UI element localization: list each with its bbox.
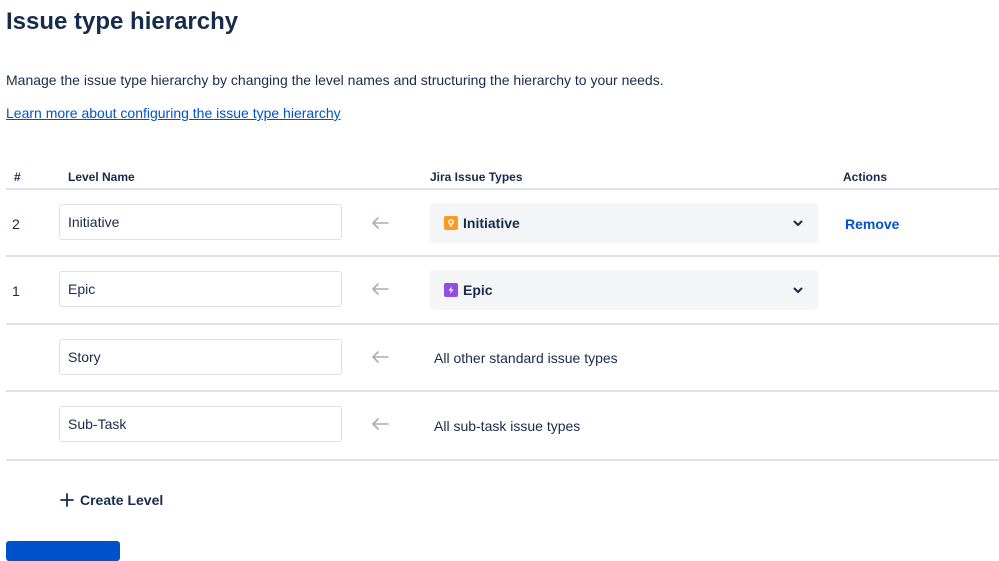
- header-num: #: [14, 170, 21, 184]
- row-divider: [6, 390, 999, 392]
- row-number: 1: [12, 283, 20, 299]
- epic-icon: [444, 283, 458, 297]
- initiative-icon: [444, 216, 458, 230]
- header-divider: [6, 188, 999, 190]
- level-name-input-sub-task[interactable]: [59, 406, 342, 442]
- page-title: Issue type hierarchy: [6, 8, 239, 35]
- issue-type-label: Initiative: [463, 215, 520, 231]
- level-name-input-initiative[interactable]: [59, 204, 342, 240]
- remove-button[interactable]: Remove: [845, 216, 899, 232]
- issue-type-description: All sub-task issue types: [434, 418, 581, 434]
- learn-more-link[interactable]: Learn more about configuring the issue t…: [6, 105, 341, 121]
- create-level-label: Create Level: [80, 492, 164, 508]
- chevron-down-icon: [793, 220, 803, 226]
- row-number: 2: [12, 216, 20, 232]
- issue-type-select-epic[interactable]: Epic: [430, 270, 818, 310]
- level-name-input-epic[interactable]: [59, 271, 342, 307]
- create-level-button[interactable]: Create Level: [60, 492, 163, 508]
- issue-type-select-initiative[interactable]: Initiative: [430, 203, 818, 243]
- page-description: Manage the issue type hierarchy by chang…: [6, 72, 664, 88]
- plus-icon: [60, 493, 74, 507]
- header-level-name: Level Name: [68, 170, 135, 184]
- header-actions: Actions: [843, 170, 888, 184]
- row-divider: [6, 459, 999, 461]
- arrow-left-icon: [372, 283, 389, 295]
- primary-button[interactable]: [6, 541, 120, 561]
- arrow-left-icon: [372, 418, 389, 430]
- chevron-down-icon: [793, 287, 803, 293]
- issue-type-description: All other standard issue types: [434, 350, 618, 366]
- arrow-left-icon: [372, 217, 389, 229]
- level-name-input-story[interactable]: [59, 339, 342, 375]
- row-divider: [6, 323, 999, 325]
- issue-type-label: Epic: [463, 282, 493, 298]
- row-divider: [6, 255, 999, 257]
- header-jira-issue-types: Jira Issue Types: [430, 170, 523, 184]
- arrow-left-icon: [372, 351, 389, 363]
